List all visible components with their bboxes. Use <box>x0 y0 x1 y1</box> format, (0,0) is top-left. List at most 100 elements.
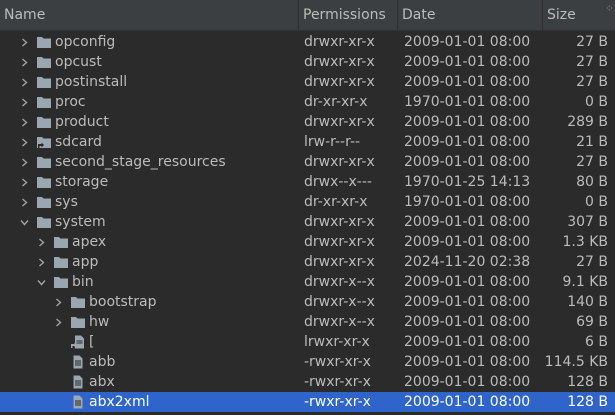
file-name: opconfig <box>55 34 116 50</box>
chevron-right-icon[interactable] <box>52 292 64 312</box>
file-link-icon <box>71 335 85 349</box>
file-date: 2009-01-01 08:00 <box>404 314 531 330</box>
file-size: 9.1 KB <box>562 274 609 290</box>
file-permissions: lrw-r--r-- <box>304 134 361 150</box>
file-name: bootstrap <box>89 294 157 310</box>
file-date: 2009-01-01 08:00 <box>404 214 531 230</box>
tree-row[interactable]: product drwxr-xr-x 2009-01-01 08:00 289 B <box>0 112 615 132</box>
chevron-right-icon[interactable] <box>35 252 47 272</box>
tree-row[interactable]: hw drwxr-x--x 2009-01-01 08:00 69 B <box>0 312 615 332</box>
file-date: 2009-01-01 08:00 <box>404 394 531 410</box>
file-size: 69 B <box>576 314 608 330</box>
chevron-right-icon[interactable] <box>35 232 47 252</box>
tree-row[interactable]: apex drwxr-xr-x 2009-01-01 08:00 1.3 KB <box>0 232 615 252</box>
chevron-right-icon[interactable] <box>18 172 30 192</box>
file-permissions: drwxr-xr-x <box>304 114 375 130</box>
tree-row[interactable]: sdcard lrw-r--r-- 2009-01-01 08:00 21 B <box>0 132 615 152</box>
tree-row[interactable]: bootstrap drwxr-x--x 2009-01-01 08:00 140 B <box>0 292 615 312</box>
file-size: 0 B <box>585 194 608 210</box>
chevron-right-icon[interactable] <box>18 52 30 72</box>
file-date: 2009-01-01 08:00 <box>404 74 531 90</box>
file-size: 289 B <box>567 114 608 130</box>
file-permissions: dr-xr-xr-x <box>304 194 368 210</box>
file-name: abb <box>89 354 116 370</box>
tree-row[interactable]: storage drwx--x--- 1970-01-25 14:13 80 B <box>0 172 615 192</box>
file-permissions: drwxr-x--x <box>304 274 375 290</box>
folder-icon <box>37 75 51 89</box>
chevron-right-icon[interactable] <box>18 132 30 152</box>
folder-icon <box>54 255 68 269</box>
chevron-right-icon[interactable] <box>52 312 64 332</box>
file-permissions: drwxr-xr-x <box>304 214 375 230</box>
tree-row[interactable]: proc dr-xr-xr-x 1970-01-01 08:00 0 B <box>0 92 615 112</box>
tree-row[interactable]: opcust drwxr-xr-x 2009-01-01 08:00 27 B <box>0 52 615 72</box>
file-permissions: -rwxr-xr-x <box>304 354 371 370</box>
tree-row[interactable]: app drwxr-xr-x 2024-11-20 02:38 27 B <box>0 252 615 272</box>
file-permissions: drwxr-xr-x <box>304 154 375 170</box>
folder-icon <box>37 155 51 169</box>
tree-row[interactable]: postinstall drwxr-xr-x 2009-01-01 08:00 27 … <box>0 72 615 92</box>
tree-row[interactable]: abx -rwxr-xr-x 2009-01-01 08:00 128 B <box>0 372 615 392</box>
column-header-name[interactable]: Name <box>0 0 299 31</box>
tree-row[interactable]: opconfig drwxr-xr-x 2009-01-01 08:00 27 B <box>0 32 615 52</box>
tree-row[interactable]: second_stage_resources drwxr-xr-x 2009-01-… <box>0 152 615 172</box>
file-size: 1.3 KB <box>562 234 609 250</box>
tree-row[interactable]: [lrwxr-xr-x 2009-01-01 08:00 6 B <box>0 332 615 352</box>
file-name: storage <box>55 174 109 190</box>
file-permissions: drwxr-x--x <box>304 294 375 310</box>
file-date: 2009-01-01 08:00 <box>404 134 531 150</box>
file-name: system <box>55 214 106 230</box>
file-name: bin <box>72 274 94 290</box>
file-date: 2009-01-01 08:00 <box>404 374 531 390</box>
file-permissions: dr-xr-xr-x <box>304 94 368 110</box>
folder-icon <box>37 55 51 69</box>
tree-row[interactable]: abx2xml -rwxr-xr-x 2009-01-01 08:00 128 B <box>0 392 615 412</box>
file-date: 1970-01-01 08:00 <box>404 94 531 110</box>
folder-icon <box>37 35 51 49</box>
file-permissions: drwxr-xr-x <box>304 74 375 90</box>
file-icon <box>71 375 85 389</box>
file-size: 27 B <box>576 254 608 270</box>
file-size: 80 B <box>576 174 608 190</box>
folder-icon <box>71 295 85 309</box>
folder-icon <box>37 175 51 189</box>
chevron-right-icon[interactable] <box>18 72 30 92</box>
chevron-right-icon[interactable] <box>18 112 30 132</box>
file-size: 128 B <box>567 394 608 410</box>
chevron-down-icon[interactable] <box>35 272 47 292</box>
tree-row[interactable]: abb -rwxr-xr-x 2009-01-01 08:00 114.5 KB <box>0 352 615 372</box>
file-name: sys <box>55 194 78 210</box>
folder-icon <box>37 115 51 129</box>
file-size: 21 B <box>576 134 608 150</box>
file-size: 27 B <box>576 54 608 70</box>
chevron-right-icon[interactable] <box>18 32 30 52</box>
folder-icon <box>37 95 51 109</box>
tree-row[interactable]: bin drwxr-x--x 2009-01-01 08:00 9.1 KB <box>0 272 615 292</box>
tree-row[interactable]: sys dr-xr-xr-x 1970-01-01 08:00 0 B <box>0 192 615 212</box>
file-date: 2009-01-01 08:00 <box>404 154 531 170</box>
file-size: 27 B <box>576 154 608 170</box>
chevron-down-icon[interactable] <box>18 212 30 232</box>
file-date: 1970-01-25 14:13 <box>404 174 531 190</box>
file-name: abx <box>89 374 115 390</box>
file-date: 2009-01-01 08:00 <box>404 354 531 370</box>
chevron-right-icon[interactable] <box>18 192 30 212</box>
file-icon <box>71 355 85 369</box>
column-header-permissions[interactable]: Permissions <box>299 0 398 31</box>
file-name: sdcard <box>55 134 102 150</box>
file-date: 2009-01-01 08:00 <box>404 294 531 310</box>
chevron-right-icon[interactable] <box>18 92 30 112</box>
chevron-right-icon[interactable] <box>18 152 30 172</box>
folder-icon <box>37 195 51 209</box>
file-permissions: drwxr-x--x <box>304 314 375 330</box>
file-size: 140 B <box>567 294 608 310</box>
file-size: 128 B <box>567 374 608 390</box>
file-name: app <box>72 254 99 270</box>
file-permissions: drwxr-xr-x <box>304 34 375 50</box>
file-name: hw <box>89 314 110 330</box>
file-date: 1970-01-01 08:00 <box>404 194 531 210</box>
folder-icon <box>71 315 85 329</box>
column-header-date[interactable]: Date <box>398 0 543 31</box>
file-size: 27 B <box>576 34 608 50</box>
tree-row[interactable]: system drwxr-xr-x 2009-01-01 08:00 307 B <box>0 212 615 232</box>
